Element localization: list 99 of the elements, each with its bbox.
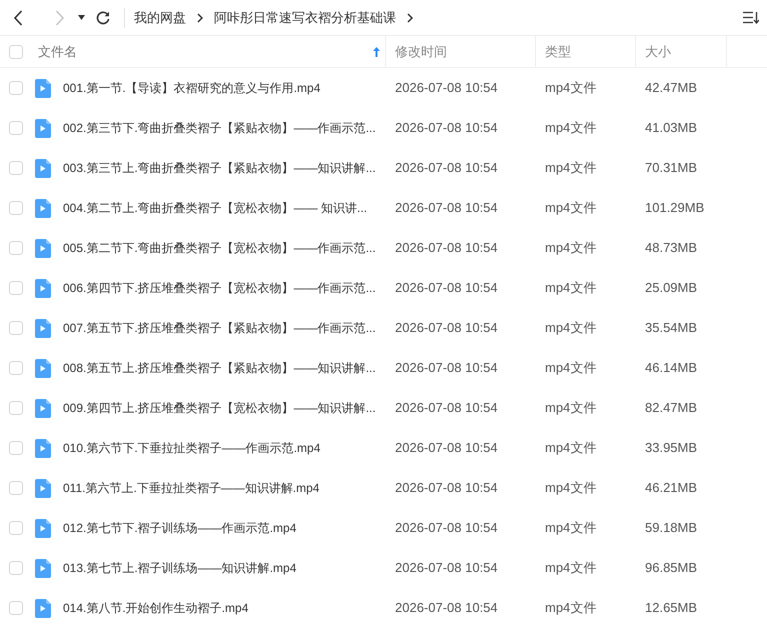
chevron-right-icon	[407, 12, 413, 22]
video-file-icon	[35, 118, 51, 138]
video-file-icon	[35, 78, 51, 98]
file-type: mp4文件	[545, 79, 596, 98]
file-type: mp4文件	[545, 119, 596, 138]
modified-time: 2026-07-08 10:54	[395, 239, 498, 258]
video-file-icon	[35, 438, 51, 458]
modified-time: 2026-07-08 10:54	[395, 559, 498, 578]
video-file-icon	[35, 238, 51, 258]
column-header[interactable]: 修改时间	[395, 42, 447, 62]
file-name[interactable]: 007.第五节下.挤压堆叠类褶子【紧贴衣物】——作画示范...	[63, 319, 376, 337]
checkbox[interactable]	[9, 121, 23, 135]
checkbox[interactable]	[9, 241, 23, 255]
file-size: 82.47MB	[645, 399, 698, 418]
file-size: 59.18MB	[645, 519, 698, 538]
file-size: 46.14MB	[645, 359, 698, 378]
file-type: mp4文件	[545, 279, 596, 298]
file-name[interactable]: 003.第三节上.弯曲折叠类褶子【紧贴衣物】——知识讲解...	[63, 159, 376, 177]
file-size: 35.54MB	[645, 319, 698, 338]
modified-time: 2026-07-08 10:54	[395, 279, 498, 298]
breadcrumb-item[interactable]: 阿咔彤日常速写衣褶分析基础课	[214, 8, 396, 28]
checkbox[interactable]	[9, 441, 23, 455]
file-type: mp4文件	[545, 159, 596, 178]
file-name[interactable]: 008.第五节上.挤压堆叠类褶子【紧贴衣物】——知识讲解...	[63, 359, 376, 377]
checkbox[interactable]	[9, 44, 23, 58]
modified-time: 2026-07-08 10:54	[395, 199, 498, 218]
file-size: 12.65MB	[645, 599, 698, 618]
refresh-icon[interactable]	[96, 10, 110, 24]
modified-time: 2026-07-08 10:54	[395, 479, 498, 498]
file-size: 25.09MB	[645, 279, 698, 298]
checkbox[interactable]	[9, 201, 23, 215]
file-name[interactable]: 014.第八节.开始创作生动褶子.mp4	[63, 599, 248, 617]
column-header[interactable]: 大小	[645, 42, 671, 62]
file-type: mp4文件	[545, 479, 596, 498]
file-name[interactable]: 013.第七节上.褶子训练场——知识讲解.mp4	[63, 559, 296, 577]
file-name[interactable]: 012.第七节下.褶子训练场——作画示范.mp4	[63, 519, 296, 537]
checkbox[interactable]	[9, 601, 23, 615]
modified-time: 2026-07-08 10:54	[395, 399, 498, 418]
file-name[interactable]: 009.第四节上.挤压堆叠类褶子【宽松衣物】——知识讲解...	[63, 399, 376, 417]
file-type: mp4文件	[545, 519, 596, 538]
file-type: mp4文件	[545, 199, 596, 218]
video-file-icon	[35, 398, 51, 418]
column-header[interactable]: 类型	[545, 42, 571, 62]
chevron-right-icon	[197, 12, 203, 22]
video-file-icon	[35, 558, 51, 578]
checkbox[interactable]	[9, 281, 23, 295]
modified-time: 2026-07-08 10:54	[395, 79, 498, 98]
modified-time: 2026-07-08 10:54	[395, 159, 498, 178]
file-size: 70.31MB	[645, 159, 698, 178]
modified-time: 2026-07-08 10:54	[395, 119, 498, 138]
file-size: 46.21MB	[645, 479, 698, 498]
video-file-icon	[35, 158, 51, 178]
checkbox[interactable]	[9, 481, 23, 495]
file-type: mp4文件	[545, 559, 596, 578]
file-name[interactable]: 011.第六节上.下垂拉扯类褶子——知识讲解.mp4	[63, 479, 320, 497]
file-name[interactable]: 002.第三节下.弯曲折叠类褶子【紧贴衣物】——作画示范...	[63, 119, 376, 137]
file-size: 96.85MB	[645, 559, 698, 578]
video-file-icon	[35, 518, 51, 538]
file-size: 41.03MB	[645, 119, 698, 138]
file-name[interactable]: 001.第一节.【导读】衣褶研究的意义与作用.mp4	[63, 79, 320, 97]
video-file-icon	[35, 318, 51, 338]
checkbox[interactable]	[9, 401, 23, 415]
video-file-icon	[35, 278, 51, 298]
checkbox[interactable]	[9, 161, 23, 175]
checkbox[interactable]	[9, 81, 23, 95]
file-name[interactable]: 005.第二节下.弯曲折叠类褶子【宽松衣物】——作画示范...	[63, 239, 376, 257]
video-file-icon	[35, 198, 51, 218]
breadcrumb-item[interactable]: 我的网盘	[134, 8, 186, 28]
file-size: 48.73MB	[645, 239, 698, 258]
file-name[interactable]: 004.第二节上.弯曲折叠类褶子【宽松衣物】—— 知识讲...	[63, 199, 368, 217]
checkbox[interactable]	[9, 521, 23, 535]
list-sort-icon[interactable]	[743, 11, 759, 24]
file-type: mp4文件	[545, 399, 596, 418]
file-name[interactable]: 006.第四节下.挤压堆叠类褶子【宽松衣物】——作画示范...	[63, 279, 376, 297]
file-size: 42.47MB	[645, 79, 698, 98]
modified-time: 2026-07-08 10:54	[395, 439, 498, 458]
file-type: mp4文件	[545, 599, 596, 618]
chevron-left-icon	[13, 10, 23, 26]
file-size: 101.29MB	[645, 199, 704, 218]
video-file-icon	[35, 598, 51, 618]
dropdown-caret-icon[interactable]	[78, 15, 85, 20]
checkbox[interactable]	[9, 321, 23, 335]
modified-time: 2026-07-08 10:54	[395, 519, 498, 538]
file-type: mp4文件	[545, 239, 596, 258]
file-name[interactable]: 010.第六节下.下垂拉扯类褶子——作画示范.mp4	[63, 439, 320, 457]
checkbox[interactable]	[9, 561, 23, 575]
file-type: mp4文件	[545, 359, 596, 378]
video-file-icon	[35, 358, 51, 378]
chevron-right-icon	[55, 10, 65, 26]
modified-time: 2026-07-08 10:54	[395, 359, 498, 378]
back-button[interactable]	[12, 8, 24, 26]
file-size: 33.95MB	[645, 439, 698, 458]
checkbox[interactable]	[9, 361, 23, 375]
column-header[interactable]: 文件名	[38, 42, 77, 62]
modified-time: 2026-07-08 10:54	[395, 319, 498, 338]
video-file-icon	[35, 478, 51, 498]
modified-time: 2026-07-08 10:54	[395, 599, 498, 618]
file-type: mp4文件	[545, 319, 596, 338]
file-type: mp4文件	[545, 439, 596, 458]
